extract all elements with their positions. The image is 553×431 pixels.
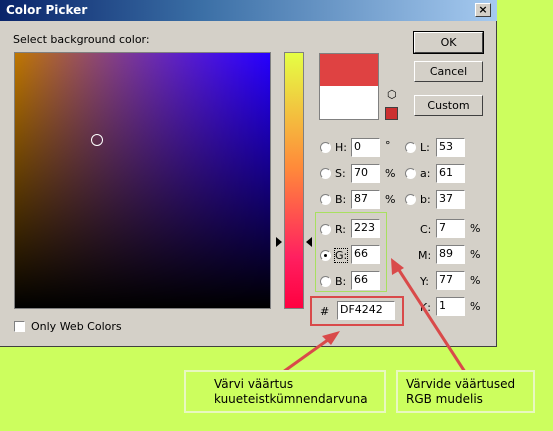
hex-note-line2: kuueteistkümnendarvuna xyxy=(214,392,368,406)
hex-annotation-note: Värvi väärtus kuueteistkümnendarvuna xyxy=(184,370,386,413)
hex-arrow-line xyxy=(282,335,333,374)
rgb-arrow-line xyxy=(395,266,467,373)
annotation-arrows xyxy=(282,258,467,374)
hex-note-line1: Värvi väärtus xyxy=(214,377,294,391)
rgb-annotation-note: Värvide väärtused RGB mudelis xyxy=(396,370,535,413)
rgb-note-line2: RGB mudelis xyxy=(406,392,483,406)
rgb-note-line1: Värvide väärtused xyxy=(406,377,516,391)
